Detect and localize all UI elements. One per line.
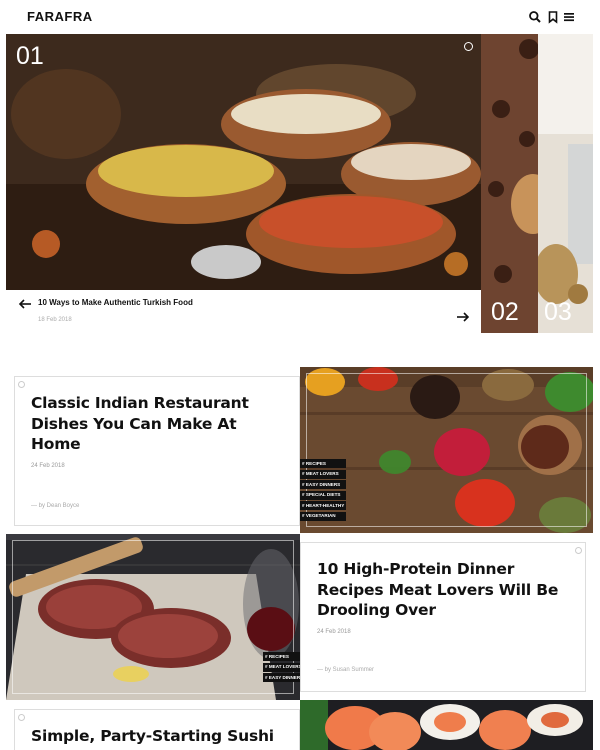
card-dot-icon xyxy=(575,547,582,554)
card-dot-icon xyxy=(18,381,25,388)
site-logo[interactable]: FARAFRA xyxy=(27,9,93,24)
slide-caption-title[interactable]: 10 Ways to Make Authentic Turkish Food xyxy=(38,298,193,307)
tag-badge[interactable]: # RECIPES xyxy=(300,459,347,468)
article-card[interactable]: Classic Indian Restaurant Dishes You Can… xyxy=(14,376,300,526)
article-date: 24 Feb 2018 xyxy=(317,629,351,635)
article-image[interactable]: # RECIPES # MEAT LOVERS # EASY DINNERS #… xyxy=(300,367,593,533)
arrow-left-icon[interactable] xyxy=(18,297,32,313)
sushi-photo xyxy=(300,700,593,750)
article-title[interactable]: Classic Indian Restaurant Dishes You Can… xyxy=(31,393,261,455)
article-title[interactable]: 10 High-Protein Dinner Recipes Meat Love… xyxy=(317,559,567,621)
granola-jar-photo xyxy=(538,34,593,333)
tag-badge[interactable]: # RECIPES xyxy=(263,652,300,661)
article-date: 24 Feb 2018 xyxy=(31,463,65,469)
slide-number-2[interactable]: 02 xyxy=(491,298,519,327)
slide-caption-date: 18 Feb 2018 xyxy=(38,317,72,323)
article-card[interactable]: Simple, Party-Starting Sushi Rolls xyxy=(14,709,300,750)
chocolate-cookies-photo xyxy=(481,34,538,333)
tag-list: # RECIPES # MEAT LOVERS # EASY DINNERS xyxy=(263,652,300,682)
steak-wine-photo xyxy=(6,534,300,700)
tag-badge[interactable]: # EASY DINNERS xyxy=(300,480,347,489)
bookmark-icon[interactable] xyxy=(546,10,560,24)
article-card[interactable]: 10 High-Protein Dinner Recipes Meat Love… xyxy=(300,542,586,692)
slide-2-thumbnail[interactable]: 02 xyxy=(481,34,538,333)
slide-number-1[interactable]: 01 xyxy=(16,42,44,71)
card-dot-icon xyxy=(18,714,25,721)
autoplay-indicator-icon[interactable] xyxy=(464,42,473,51)
tag-badge[interactable]: # VEGETARIAN xyxy=(300,511,347,521)
article-title[interactable]: Simple, Party-Starting Sushi Rolls xyxy=(31,726,281,750)
tag-badge[interactable]: # MEAT LOVERS xyxy=(300,469,347,479)
article-image[interactable]: # RECIPES # MEAT LOVERS # EASY DINNERS xyxy=(6,534,300,700)
search-icon[interactable] xyxy=(528,10,542,24)
tag-badge[interactable]: # SPECIAL DIETS xyxy=(300,490,347,500)
menu-icon[interactable] xyxy=(562,10,576,24)
site-header: FARAFRA xyxy=(0,0,600,34)
slide-3-thumbnail[interactable]: 03 xyxy=(538,34,593,333)
slide-caption: 10 Ways to Make Authentic Turkish Food 1… xyxy=(6,290,481,333)
arrow-right-icon[interactable] xyxy=(456,310,470,326)
article-image[interactable] xyxy=(300,700,593,750)
article-author[interactable]: — by Susan Summer xyxy=(317,667,374,673)
article-author[interactable]: — by Dean Boyce xyxy=(31,503,79,509)
slide-number-3[interactable]: 03 xyxy=(544,298,572,327)
tag-badge[interactable]: # MEAT LOVERS xyxy=(263,662,300,672)
indian-dishes-photo xyxy=(6,34,481,290)
tag-badge[interactable]: # HEART-HEALTHY xyxy=(300,501,347,510)
tag-list: # RECIPES # MEAT LOVERS # EASY DINNERS #… xyxy=(300,459,347,521)
featured-slide-image[interactable]: 01 xyxy=(6,34,481,290)
tag-badge[interactable]: # EASY DINNERS xyxy=(263,673,300,682)
